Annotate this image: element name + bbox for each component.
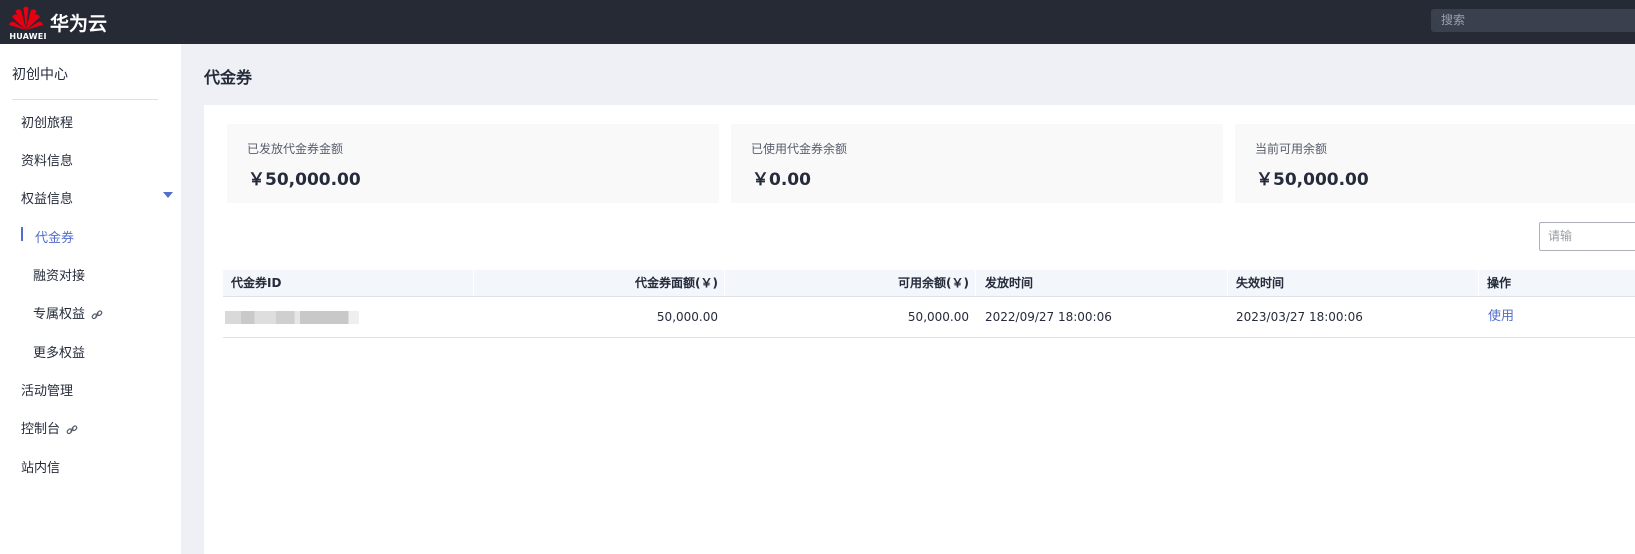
sidebar-item-label: 控制台 xyxy=(21,422,61,437)
card-label: 已使用代金券余额 xyxy=(751,142,848,156)
huawei-logo[interactable]: HUAWEI xyxy=(6,4,46,41)
card-value: ￥50,000.00 xyxy=(1256,170,1369,190)
sidebar-item-vouchers[interactable]: 代金券 xyxy=(35,227,74,246)
link-icon xyxy=(91,309,103,319)
content-panel: 已发放代金券金额 ￥50,000.00 已使用代金券余额 ￥0.00 当前可用余… xyxy=(204,105,1635,554)
card-label: 已发放代金券金额 xyxy=(247,142,344,156)
link-icon xyxy=(66,424,78,434)
sidebar-item-more-benefits[interactable]: 更多权益 xyxy=(33,342,85,361)
column-divider xyxy=(1478,270,1479,296)
cell-issued-time: 2022/09/27 18:00:06 xyxy=(985,310,1112,324)
summary-card-issued: 已发放代金券金额 ￥50,000.00 xyxy=(227,124,719,203)
search-input[interactable]: 请输 xyxy=(1539,222,1635,251)
column-divider xyxy=(1227,270,1228,296)
column-divider xyxy=(975,270,976,296)
column-header-action: 操作 xyxy=(1487,276,1512,290)
logo-text: HUAWEI xyxy=(9,32,47,41)
sidebar-item-financing[interactable]: 融资对接 xyxy=(33,265,85,284)
cell-face-value: 50,000.00 xyxy=(656,310,718,324)
sidebar-title: 初创中心 xyxy=(12,67,68,83)
huawei-flower-icon xyxy=(9,6,43,30)
summary-card-available: 当前可用余额 ￥50,000.00 xyxy=(1235,124,1635,203)
sidebar-item-console[interactable]: 控制台 xyxy=(21,418,78,437)
sidebar-item-profile[interactable]: 资料信息 xyxy=(21,150,73,169)
column-header-balance[interactable]: 可用余额(￥) xyxy=(725,270,969,296)
brand-name[interactable]: 华为云 xyxy=(50,9,107,36)
card-value: ￥0.00 xyxy=(752,170,811,190)
cell-expiry-time: 2023/03/27 18:00:06 xyxy=(1236,310,1363,324)
table-row: 50,000.00 50,000.00 2022/09/27 18:00:06 … xyxy=(223,297,1635,338)
sidebar: 初创中心 初创旅程 资料信息 权益信息 代金券 融资对接 专属权益 更多权益 活… xyxy=(0,44,181,554)
sidebar-item-label: 专属权益 xyxy=(33,307,86,322)
sidebar-item-messages[interactable]: 站内信 xyxy=(21,457,60,476)
search-input[interactable]: 搜索 xyxy=(1431,9,1635,32)
chevron-down-icon[interactable] xyxy=(163,192,173,198)
table-header: 代金券ID 代金券面额(￥) 可用余额(￥) 发放时间 失效时间 操作 xyxy=(223,270,1635,297)
cell-balance: 50,000.00 xyxy=(907,310,969,324)
page-title: 代金券 xyxy=(204,68,253,87)
column-header-issued-time[interactable]: 发放时间 xyxy=(985,270,1033,296)
use-voucher-link[interactable]: 使用 xyxy=(1488,297,1514,337)
sidebar-item-activities[interactable]: 活动管理 xyxy=(21,380,73,399)
active-indicator xyxy=(21,227,23,241)
column-header-expiry-time[interactable]: 失效时间 xyxy=(1236,270,1284,296)
card-value: ￥50,000.00 xyxy=(248,170,361,190)
sidebar-item-exclusive-benefits[interactable]: 专属权益 xyxy=(33,303,103,322)
column-header-voucher-id[interactable]: 代金券ID xyxy=(231,270,281,296)
sidebar-item-startup-journey[interactable]: 初创旅程 xyxy=(21,112,73,131)
summary-card-used: 已使用代金券余额 ￥0.00 xyxy=(731,124,1223,203)
voucher-id-masked xyxy=(225,311,359,324)
column-header-face-value[interactable]: 代金券面额(￥) xyxy=(474,270,718,296)
sidebar-item-benefits[interactable]: 权益信息 xyxy=(21,188,73,207)
card-label: 当前可用余额 xyxy=(1255,142,1328,156)
sidebar-divider xyxy=(12,99,158,100)
top-navigation-bar: HUAWEI 华为云 搜索 xyxy=(0,0,1635,44)
